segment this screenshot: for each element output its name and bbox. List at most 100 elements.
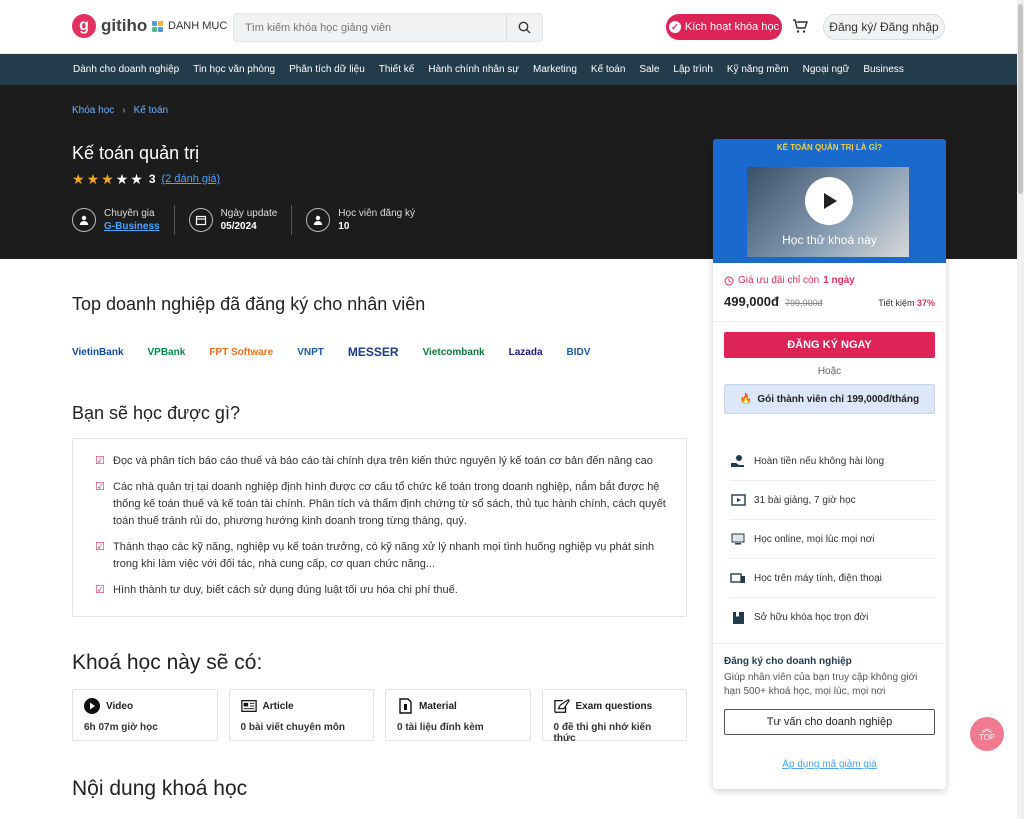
- play-button[interactable]: [805, 177, 853, 225]
- logo-mark-icon: g: [72, 14, 96, 38]
- feature-material: Material 0 tài liệu đính kèm: [385, 689, 531, 741]
- search-icon: [518, 21, 531, 34]
- benefit-item: Học online, mọi lúc mọi nơi: [730, 520, 935, 559]
- nav-item[interactable]: Tin học văn phòng: [193, 64, 275, 75]
- nav-item[interactable]: Ngoại ngữ: [803, 64, 850, 75]
- meta-label: Ngày update: [220, 208, 278, 219]
- lesson-icon: [730, 493, 746, 507]
- partner-logo: MESSER: [347, 345, 399, 359]
- grid-icon: [152, 20, 163, 32]
- benefit-item: Sở hữu khóa học trọn đời: [730, 598, 935, 637]
- feature-video: Video 6h 07m giờ học: [72, 689, 218, 741]
- learn-item: ☑ Thành thạo các kỹ năng, nghiệp vụ kế to…: [95, 539, 668, 573]
- partner-logo: FPT Software: [209, 346, 274, 358]
- current-price: 499,000đ: [724, 294, 779, 309]
- nav-item[interactable]: Kỹ năng mềm: [727, 64, 789, 75]
- benefit-list: Hoàn tiền nếu không hài lòng 31 bài giản…: [713, 442, 946, 637]
- meta-value: 05/2024: [220, 221, 257, 232]
- learn-item: ☑ Hình thành tư duy, biết cách sử dụng đú…: [95, 582, 668, 599]
- meta-label: Chuyên gia: [104, 208, 155, 219]
- page-scrollbar[interactable]: [1017, 0, 1024, 819]
- chevron-right-icon: ›: [122, 105, 126, 116]
- original-price: 799,000đ: [784, 298, 823, 308]
- course-rating: ★ ★ ★ ★ ★ 3 (2 đánh giá): [72, 172, 220, 186]
- nav-item[interactable]: Business: [863, 64, 904, 75]
- main-content: Top doanh nghiệp đã đăng ký cho nhân viê…: [72, 260, 687, 801]
- feature-value: 0 bài viết chuyên môn: [240, 722, 345, 733]
- meta-update: Ngày update 05/2024: [188, 205, 293, 235]
- feature-value: 0 đề thi ghi nhớ kiến thức: [553, 722, 652, 744]
- check-circle-icon: ✓: [668, 21, 681, 33]
- page: g gitiho DANH MỤC ✓ Kích hoạt khóa học Đ…: [0, 0, 1017, 819]
- learn-outcomes: ☑ Đọc và phân tích báo cáo thuế và báo cá…: [72, 438, 687, 617]
- trial-label: Học thử khoá này: [782, 233, 877, 247]
- nav-item[interactable]: Lập trình: [673, 64, 712, 75]
- clock-icon: [724, 276, 734, 285]
- check-icon: ☑: [95, 481, 105, 493]
- top-label: TOP: [978, 733, 996, 742]
- benefit-item: Hoàn tiền nếu không hài lòng: [730, 442, 935, 481]
- nav-item[interactable]: Marketing: [533, 64, 577, 75]
- nav-item[interactable]: Phân tích dữ liệu: [289, 64, 365, 75]
- breadcrumb-item[interactable]: Kế toán: [134, 105, 168, 116]
- cart-icon: [793, 19, 808, 33]
- play-icon: [824, 193, 837, 209]
- feature-article: Article 0 bài viết chuyên môn: [228, 689, 374, 741]
- star-icon: ★: [130, 171, 143, 187]
- gitiho-logo[interactable]: g gitiho: [72, 14, 147, 38]
- fire-icon: 🔥: [739, 393, 753, 405]
- scrollbar-thumb[interactable]: [1018, 4, 1023, 194]
- feature-label: Video: [106, 700, 134, 712]
- partner-logos: VietinBank VPBank FPT Software VNPT MESS…: [72, 339, 687, 365]
- cart-button[interactable]: [792, 18, 808, 39]
- partners-title: Top doanh nghiệp đã đăng ký cho nhân viê…: [72, 294, 426, 314]
- divider: [713, 321, 946, 322]
- nav-item[interactable]: Kế toán: [591, 64, 625, 75]
- register-now-button[interactable]: ĐĂNG KÝ NGAY: [724, 332, 935, 358]
- meta-expert: Chuyên gia G-Business: [72, 205, 175, 235]
- check-icon: ☑: [95, 584, 105, 596]
- category-nav: Dành cho doanh nghiệp Tin học văn phòng …: [0, 54, 1017, 85]
- review-count-link[interactable]: (2 đánh giá): [162, 173, 221, 185]
- deal-prefix: Giá ưu đãi chỉ còn: [738, 275, 820, 286]
- back-to-top-button[interactable]: ︽ TOP: [970, 717, 1004, 751]
- preview-video[interactable]: KẾ TOÁN QUẢN TRỊ LÀ GÌ? Học thử khoá này: [713, 139, 946, 263]
- play-circle-icon: [84, 698, 100, 714]
- star-icon: ★: [86, 171, 100, 187]
- partner-logo: Vietcombank: [422, 346, 485, 358]
- nav-item[interactable]: Sale: [639, 64, 659, 75]
- breadcrumb-item[interactable]: Khóa học: [72, 105, 114, 116]
- login-register-button[interactable]: Đăng ký/ Đăng nhập: [823, 14, 945, 40]
- savings-percent: 37%: [916, 298, 935, 308]
- category-menu-button[interactable]: DANH MỤC: [152, 20, 227, 32]
- partner-logo: VietinBank: [72, 346, 124, 358]
- partner-logo: VPBank: [147, 346, 186, 358]
- partner-logo: Lazada: [508, 346, 543, 358]
- learn-item: ☑ Đọc và phân tích báo cáo thuế và báo cá…: [95, 453, 668, 470]
- logo-text: gitiho: [101, 16, 148, 35]
- nav-item[interactable]: Dành cho doanh nghiệp: [73, 64, 179, 75]
- star-icon: ★: [101, 171, 114, 187]
- exam-icon: [553, 698, 570, 714]
- search-button[interactable]: [506, 14, 542, 41]
- search-input[interactable]: [234, 14, 504, 41]
- expert-link[interactable]: G-Business: [104, 221, 160, 232]
- business-description: Giúp nhân viên của bạn truy cập không gi…: [724, 672, 918, 697]
- user-icon: [72, 208, 96, 232]
- check-icon: ☑: [95, 541, 105, 553]
- check-icon: ☑: [95, 455, 105, 467]
- business-consult-button[interactable]: Tư vấn cho doanh nghiệp: [724, 709, 935, 735]
- membership-button[interactable]: 🔥 Gói thành viên chỉ 199,000đ/tháng: [724, 384, 935, 414]
- partner-logo: BIDV: [566, 346, 591, 358]
- nav-item[interactable]: Thiết kế: [379, 64, 415, 75]
- learn-title: Bạn sẽ học được gì?: [72, 403, 240, 423]
- meta-students: Học viên đăng ký 10: [306, 205, 429, 235]
- activate-course-button[interactable]: ✓ Kích hoạt khóa học: [666, 14, 782, 40]
- online-icon: [730, 532, 746, 546]
- meta-label: Học viên đăng ký: [338, 208, 416, 219]
- refund-icon: [730, 454, 746, 468]
- feature-exam: Exam questions 0 đề thi ghi nhớ kiến thứ…: [541, 689, 687, 744]
- nav-item[interactable]: Hành chính nhân sự: [428, 64, 519, 75]
- feature-label: Article: [262, 700, 294, 712]
- apply-coupon-link[interactable]: Áp dụng mã giảm giá: [724, 759, 935, 770]
